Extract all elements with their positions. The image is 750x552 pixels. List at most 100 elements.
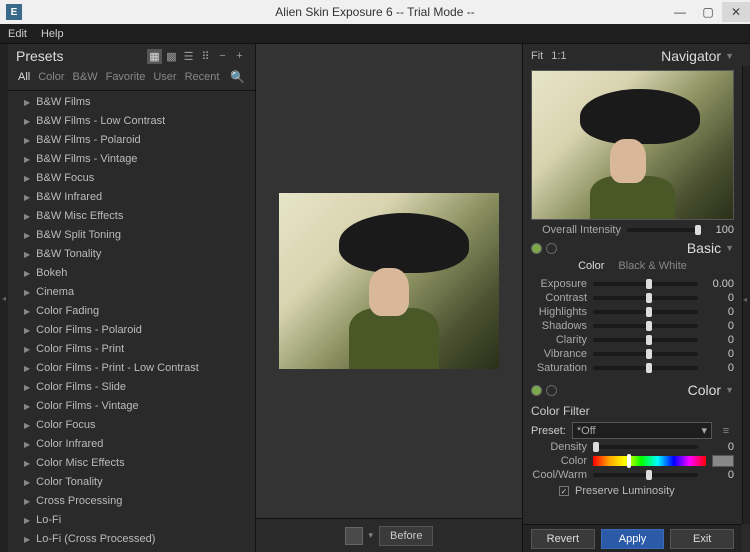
preset-group[interactable]: ▶B&W Focus — [8, 169, 255, 188]
view-small-grid-icon[interactable]: ▩ — [164, 49, 179, 64]
color-heading: Color — [688, 382, 721, 398]
preset-group[interactable]: ▶Cross Processing — [8, 492, 255, 511]
preset-group-label: B&W Films - Vintage — [36, 152, 137, 167]
revert-button[interactable]: Revert — [531, 529, 595, 549]
basic-slider[interactable] — [593, 366, 698, 370]
swatch-dropdown-icon[interactable]: ▾ — [369, 530, 374, 541]
preset-group[interactable]: ▶B&W Films - Vintage — [8, 150, 255, 169]
preset-group[interactable]: ▶B&W Films - Polaroid — [8, 131, 255, 150]
preset-group[interactable]: ▶B&W Films - Low Contrast — [8, 112, 255, 131]
before-button[interactable]: Before — [379, 526, 433, 546]
basic-section-header[interactable]: Basic ▼ — [531, 240, 734, 256]
dropdown-arrow-icon: ▾ — [701, 424, 707, 437]
color-preset-select[interactable]: *Off ▾ — [572, 422, 712, 439]
coolwarm-slider[interactable] — [593, 473, 698, 477]
preset-group[interactable]: ▶Color Fading — [8, 302, 255, 321]
preset-group[interactable]: ▶Color Infrared — [8, 435, 255, 454]
image-canvas[interactable] — [256, 44, 522, 518]
preset-group[interactable]: ▶B&W Split Toning — [8, 226, 255, 245]
basic-enable-toggle[interactable] — [531, 243, 542, 254]
color-enable-toggle[interactable] — [531, 385, 542, 396]
color-swatch[interactable] — [712, 455, 734, 467]
preset-filter-row: All Color B&W Favorite User Recent 🔍 — [8, 66, 255, 91]
zoom-1to1[interactable]: 1:1 — [551, 50, 566, 62]
basic-collapse-icon[interactable]: ▼ — [725, 243, 734, 253]
preset-group[interactable]: ▶Color Films - Print — [8, 340, 255, 359]
minimize-button[interactable]: — — [666, 2, 694, 22]
preset-group[interactable]: ▶B&W Films — [8, 93, 255, 112]
exit-button[interactable]: Exit — [670, 529, 734, 549]
add-preset-icon[interactable]: + — [232, 49, 247, 64]
preset-group[interactable]: ▶Color Films - Vintage — [8, 397, 255, 416]
view-compact-icon[interactable]: ⠿ — [198, 49, 213, 64]
preset-group-label: Color Films - Print - Low Contrast — [36, 361, 199, 376]
color-reset-icon[interactable] — [546, 385, 557, 396]
basic-slider[interactable] — [593, 310, 698, 314]
preset-group[interactable]: ▶Color Misc Effects — [8, 454, 255, 473]
menu-edit[interactable]: Edit — [8, 28, 27, 40]
remove-preset-icon[interactable]: − — [215, 49, 230, 64]
preset-group[interactable]: ▶Color Tonality — [8, 473, 255, 492]
mode-bw-tab[interactable]: Black & White — [618, 260, 686, 272]
filter-color[interactable]: Color — [38, 71, 64, 83]
background-swatch[interactable] — [345, 527, 363, 545]
preset-group[interactable]: ▶Color Films - Polaroid — [8, 321, 255, 340]
color-hue-slider[interactable] — [593, 456, 706, 466]
right-panel-collapse[interactable] — [742, 66, 750, 524]
color-collapse-icon[interactable]: ▼ — [725, 385, 734, 395]
basic-reset-icon[interactable] — [546, 243, 557, 254]
adjustments-panel: Fit 1:1 Navigator ▼ Overall Intensity 10… — [523, 44, 750, 552]
mode-color-tab[interactable]: Color — [578, 260, 604, 272]
navigator-thumbnail[interactable] — [531, 70, 734, 220]
preset-group[interactable]: ▶B&W Misc Effects — [8, 207, 255, 226]
preset-group[interactable]: ▶B&W Infrared — [8, 188, 255, 207]
view-large-grid-icon[interactable]: ▦ — [147, 49, 162, 64]
filter-bw[interactable]: B&W — [73, 71, 98, 83]
basic-slider[interactable] — [593, 282, 698, 286]
left-panel-collapse[interactable]: ◂ — [0, 44, 8, 552]
slider-value: 0 — [704, 306, 734, 318]
preset-group[interactable]: ▶Color Films - Slide — [8, 378, 255, 397]
color-section-header[interactable]: Color ▼ — [531, 382, 734, 398]
basic-slider[interactable] — [593, 352, 698, 356]
close-button[interactable]: ✕ — [722, 2, 750, 22]
preset-view-switcher: ▦ ▩ ☰ ⠿ − + — [147, 49, 247, 64]
preset-group[interactable]: ▶Color Films - Print - Low Contrast — [8, 359, 255, 378]
preset-group-label: B&W Infrared — [36, 190, 102, 205]
filter-all[interactable]: All — [18, 71, 30, 83]
filter-favorite[interactable]: Favorite — [106, 71, 146, 83]
preset-group[interactable]: ▶B&W Tonality — [8, 245, 255, 264]
disclosure-triangle-icon: ▶ — [24, 133, 30, 148]
basic-slider[interactable] — [593, 296, 698, 300]
preset-list[interactable]: ▶B&W Films▶B&W Films - Low Contrast▶B&W … — [8, 91, 255, 552]
density-value: 0 — [704, 441, 734, 453]
preset-group[interactable]: ▶Cinema — [8, 283, 255, 302]
preset-group[interactable]: ▶Color Focus — [8, 416, 255, 435]
disclosure-triangle-icon: ▶ — [24, 437, 30, 452]
zoom-fit[interactable]: Fit — [531, 50, 543, 62]
density-slider[interactable] — [593, 445, 698, 449]
apply-button[interactable]: Apply — [601, 529, 665, 549]
preview-image — [279, 193, 499, 369]
maximize-button[interactable]: ▢ — [694, 2, 722, 22]
view-list-icon[interactable]: ☰ — [181, 49, 196, 64]
slider-label: Clarity — [531, 334, 587, 346]
basic-slider[interactable] — [593, 324, 698, 328]
color-preset-menu-icon[interactable]: ≡ — [718, 425, 734, 437]
preset-group[interactable]: ▶Lo-Fi (Cross Processed) — [8, 530, 255, 549]
preset-group-label: B&W Tonality — [36, 247, 101, 262]
preset-group-label: B&W Split Toning — [36, 228, 121, 243]
disclosure-triangle-icon: ▶ — [24, 456, 30, 471]
filter-recent[interactable]: Recent — [185, 71, 220, 83]
slider-value: 0 — [704, 320, 734, 332]
search-icon[interactable]: 🔍 — [230, 70, 245, 84]
filter-user[interactable]: User — [153, 71, 176, 83]
coolwarm-label: Cool/Warm — [531, 469, 587, 481]
menu-help[interactable]: Help — [41, 28, 64, 40]
navigator-collapse-icon[interactable]: ▼ — [725, 51, 734, 61]
basic-slider[interactable] — [593, 338, 698, 342]
preset-group[interactable]: ▶Bokeh — [8, 264, 255, 283]
preserve-luminosity-checkbox[interactable]: ✓ Preserve Luminosity — [531, 483, 734, 497]
overall-intensity-slider[interactable] — [627, 228, 698, 232]
preset-group[interactable]: ▶Lo-Fi — [8, 511, 255, 530]
